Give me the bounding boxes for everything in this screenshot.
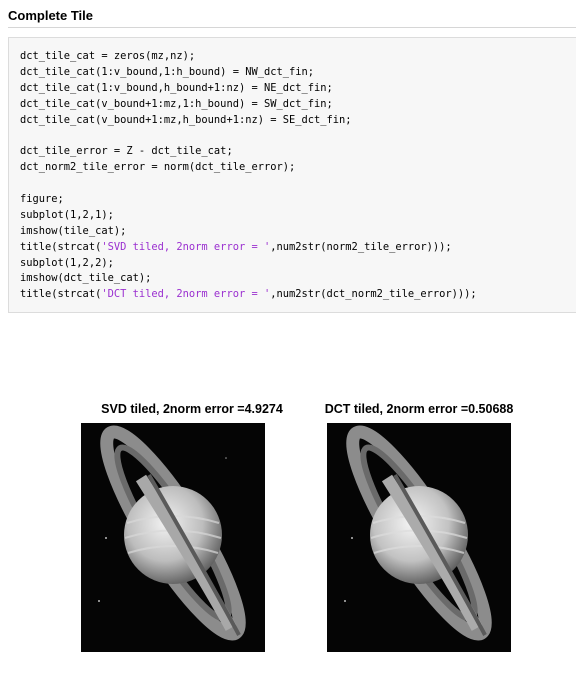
code-text: title(strcat( [20, 240, 102, 253]
code-text: ,num2str(norm2_tile_error))); [270, 240, 452, 253]
code-line: dct_tile_cat(1:v_bound,1:h_bound) = NW_d… [20, 65, 477, 81]
code-line: subplot(1,2,1); [20, 208, 477, 224]
code-text: dct_tile_cat(v_bound+1:mz,1:h_bound) = S… [20, 97, 333, 110]
figure: SVD tiled, 2norm error =4.9274 DCT tiled… [72, 402, 542, 657]
code-line: title(strcat('SVD tiled, 2norm error = '… [20, 240, 477, 256]
code-line: title(strcat('DCT tiled, 2norm error = '… [20, 287, 477, 303]
code-text: dct_tile_cat(1:v_bound,h_bound+1:nz) = N… [20, 81, 333, 94]
code-text: dct_tile_cat(1:v_bound,1:h_bound) = NW_d… [20, 65, 315, 78]
code-text: dct_tile_cat = zeros(mz,nz); [20, 50, 196, 62]
code-text: subplot(1,2,1); [20, 208, 114, 221]
code-line: dct_tile_cat(v_bound+1:mz,1:h_bound) = S… [20, 97, 477, 113]
code-line: dct_tile_error = Z - dct_tile_cat; [20, 144, 477, 160]
subplot-dct-title: DCT tiled, 2norm error =0.50688 [324, 402, 514, 416]
code-text: imshow(dct_tile_cat); [20, 272, 152, 285]
code-text: title(strcat( [20, 288, 102, 301]
code-text: subplot(1,2,2); [20, 256, 114, 269]
saturn-dct-image [327, 423, 511, 652]
subplot-svd-title: SVD tiled, 2norm error =4.9274 [101, 402, 283, 416]
saturn-svd-image [81, 423, 265, 652]
code-line: imshow(dct_tile_cat); [20, 271, 477, 287]
code-text: dct_tile_cat(v_bound+1:mz,h_bound+1:nz) … [20, 113, 352, 126]
title-divider [8, 27, 576, 28]
code-line: dct_tile_cat = zeros(mz,nz); [20, 49, 477, 65]
section-title: Complete Tile [8, 8, 94, 23]
code-block: dct_tile_cat = zeros(mz,nz); dct_tile_cat… [8, 37, 576, 313]
code-line: subplot(1,2,2); [20, 256, 477, 272]
code-text: dct_norm2_tile_error = norm(dct_tile_err… [20, 161, 296, 174]
code-string: 'SVD tiled, 2norm error = ' [101, 240, 271, 253]
code-text: imshow(tile_cat); [20, 224, 127, 237]
code-string: 'DCT tiled, 2norm error = ' [101, 288, 271, 301]
code-line: figure; [20, 192, 477, 208]
code-text: figure; [20, 193, 64, 206]
code-line: dct_tile_cat(v_bound+1:mz,h_bound+1:nz) … [20, 113, 477, 129]
code-text: ,num2str(dct_norm2_tile_error))); [270, 288, 477, 301]
code-line: dct_norm2_tile_error = norm(dct_tile_err… [20, 160, 477, 176]
code-line: imshow(tile_cat); [20, 224, 477, 240]
code-text: dct_tile_error = Z - dct_tile_cat; [20, 145, 233, 158]
code-lines: dct_tile_cat = zeros(mz,nz); dct_tile_cat… [20, 49, 477, 303]
code-line: dct_tile_cat(1:v_bound,h_bound+1:nz) = N… [20, 81, 477, 97]
